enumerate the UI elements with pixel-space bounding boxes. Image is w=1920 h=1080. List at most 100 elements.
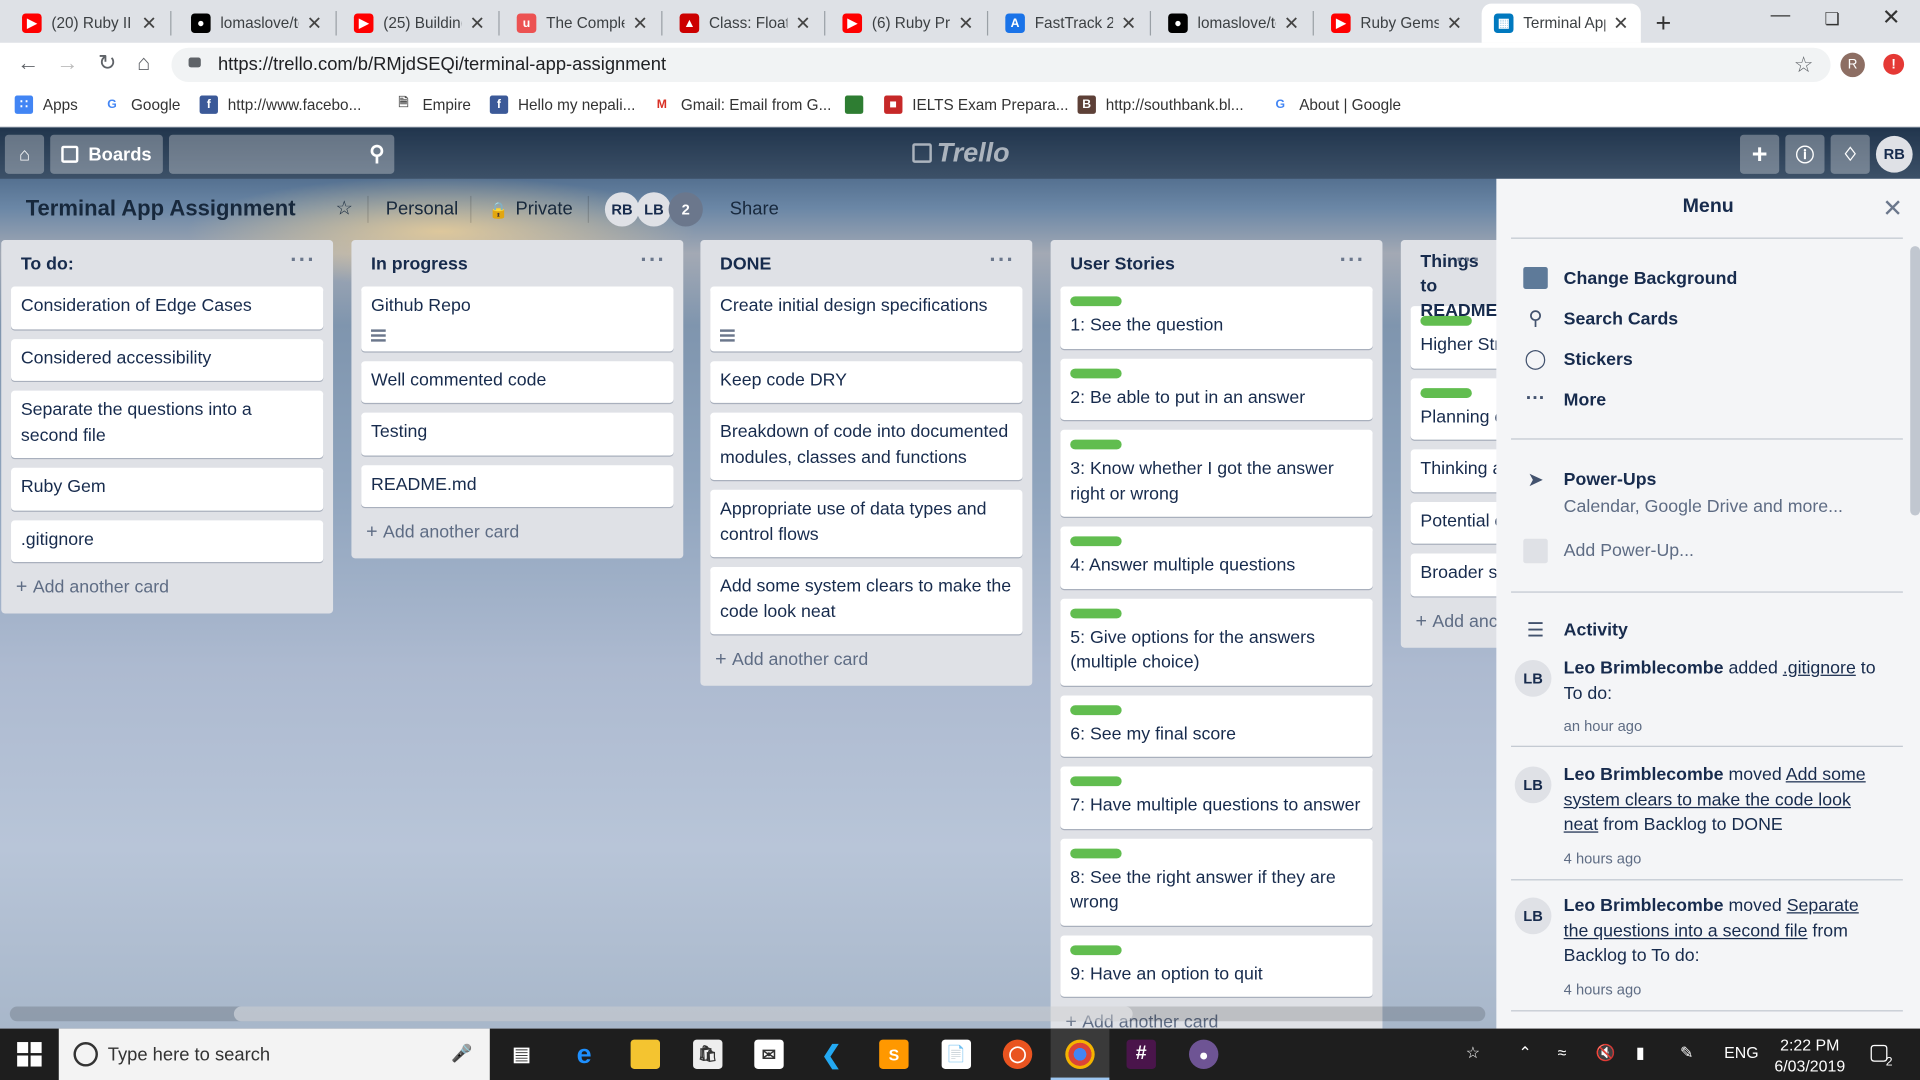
close-tab-icon[interactable]: ✕ (795, 12, 810, 34)
close-tab-icon[interactable]: ✕ (1447, 12, 1462, 34)
activity-time[interactable]: an hour ago (1564, 714, 1882, 739)
visibility-button[interactable]: Private (516, 198, 573, 219)
menu-scrollbar[interactable] (1910, 246, 1920, 516)
card[interactable]: Github Repo (361, 286, 674, 351)
close-tab-icon[interactable]: ✕ (141, 12, 156, 34)
star-board-icon[interactable]: ☆ (336, 196, 354, 220)
windows-start-icon[interactable] (17, 1042, 42, 1067)
add-card-button[interactable]: + Add another card (351, 517, 683, 559)
bookmark-item[interactable]: G About | Google (1271, 95, 1401, 114)
sublime-icon[interactable]: S (879, 1039, 909, 1069)
minimize-icon[interactable]: — (1771, 5, 1791, 27)
people-icon[interactable]: ☆ (1466, 1043, 1480, 1063)
team-button[interactable]: Personal (386, 198, 458, 219)
browser-tab[interactable]: u The Complet ✕ (504, 4, 660, 43)
browser-tab[interactable]: ▶ (20) Ruby II ✕ (10, 4, 169, 43)
boards-button[interactable]: Boards (50, 134, 163, 174)
slack-icon[interactable]: # (1126, 1039, 1156, 1069)
notifications-bell-icon[interactable]: ♢ (1830, 134, 1870, 174)
close-tab-icon[interactable]: ✕ (958, 12, 973, 34)
info-icon[interactable]: ⓘ (1785, 134, 1825, 174)
green-label[interactable] (1070, 367, 1122, 378)
forward-icon[interactable]: → (56, 50, 78, 76)
member-count-badge[interactable]: 2 (668, 192, 703, 227)
bookmark-item[interactable]: f http://www.facebo... (199, 95, 361, 114)
list-menu-icon[interactable]: ··· (989, 247, 1015, 273)
pen-icon[interactable]: ✎ (1680, 1043, 1693, 1063)
card[interactable]: 1: See the question (1060, 286, 1373, 349)
list-menu-icon[interactable]: ··· (1340, 247, 1366, 273)
close-tab-icon[interactable]: ✕ (1613, 12, 1628, 34)
card[interactable]: Keep code DRY (710, 360, 1023, 403)
browser-tab[interactable]: ▶ Ruby Gems ✕ (1319, 4, 1475, 43)
card[interactable]: Ruby Gem (11, 467, 324, 511)
edge-icon[interactable]: e (569, 1038, 598, 1069)
activity-avatar[interactable]: LB (1514, 660, 1552, 697)
member-avatar-rb[interactable]: RB (604, 192, 640, 227)
menu-search-cards[interactable]: Search Cards (1564, 310, 1678, 330)
browser-tab[interactable]: ▶ (6) Ruby Pro ✕ (830, 4, 986, 43)
activity-user[interactable]: Leo Brimblecombe (1564, 659, 1724, 679)
create-plus-icon[interactable]: + (1740, 134, 1780, 174)
mail-icon[interactable]: ✉ (754, 1039, 784, 1069)
card[interactable]: Testing (361, 412, 674, 455)
clock[interactable]: 2:22 PM 6/03/2019 (1773, 1035, 1846, 1077)
member-avatar-lb[interactable]: LB (636, 192, 672, 227)
language-indicator[interactable]: ENG (1724, 1043, 1758, 1061)
activity-user[interactable]: Leo Brimblecombe (1564, 765, 1724, 785)
green-label[interactable] (1070, 296, 1122, 307)
green-label[interactable] (1070, 536, 1122, 547)
user-avatar[interactable]: RB (1875, 135, 1913, 173)
battery-icon[interactable]: ▮ (1636, 1043, 1645, 1063)
close-window-icon[interactable]: ✕ (1882, 5, 1900, 31)
menu-more[interactable]: More (1564, 391, 1606, 411)
browser-tab[interactable]: ● lomaslove/te ✕ (179, 4, 335, 43)
card[interactable]: Well commented code (361, 360, 674, 403)
store-icon[interactable]: 🛍 (693, 1039, 723, 1069)
file-explorer-icon[interactable] (630, 1039, 661, 1069)
add-power-up-link[interactable]: Add Power-Up... (1564, 539, 1882, 564)
green-label[interactable] (1070, 776, 1122, 787)
card[interactable]: Appropriate use of data types and contro… (710, 489, 1023, 558)
menu-change-background[interactable]: Change Background (1564, 269, 1738, 289)
green-label[interactable] (1070, 847, 1122, 858)
list-header[interactable]: Things to README ··· (1401, 240, 1499, 320)
close-menu-icon[interactable]: ✕ (1882, 193, 1903, 224)
reload-icon[interactable]: ↻ (98, 50, 116, 76)
menu-stickers[interactable]: Stickers (1564, 350, 1633, 370)
green-label[interactable] (1070, 704, 1122, 715)
activity-user[interactable]: Leo Brimblecombe (1564, 896, 1724, 916)
close-tab-icon[interactable]: ✕ (632, 12, 647, 34)
bookmark-item[interactable] (844, 95, 873, 114)
green-label[interactable] (1420, 387, 1472, 398)
list-menu-icon[interactable]: ··· (640, 247, 666, 273)
share-button[interactable]: Share (730, 198, 779, 219)
ubuntu-icon[interactable]: ◯ (1002, 1039, 1033, 1069)
card[interactable]: Create initial design specifications (710, 286, 1023, 351)
card[interactable]: Consideration of Edge Cases (11, 286, 324, 329)
browser-tab[interactable]: ▶ (25) Building ✕ (342, 4, 498, 43)
list-header[interactable]: To do: ··· (1, 240, 333, 287)
card[interactable]: 2: Be able to put in an answer (1060, 358, 1373, 421)
activity-avatar[interactable]: LB (1514, 897, 1552, 935)
bookmark-item[interactable]: G Google (102, 95, 180, 114)
green-label[interactable] (1070, 607, 1122, 618)
horizontal-scroll-thumb[interactable] (233, 1006, 1133, 1022)
browser-tab[interactable]: ● lomaslove/te ✕ (1156, 4, 1312, 43)
card[interactable]: 9: Have an option to quit (1060, 934, 1373, 997)
card[interactable]: 6: See my final score (1060, 694, 1373, 757)
activity-avatar[interactable]: LB (1514, 766, 1552, 804)
wifi-icon[interactable]: ≈ (1558, 1043, 1567, 1061)
card[interactable]: Considered accessibility (11, 338, 324, 381)
bookmark-item[interactable]: B http://southbank.bl... (1077, 95, 1244, 114)
card[interactable]: README.md (361, 464, 674, 507)
list-header[interactable]: In progress ··· (351, 240, 683, 287)
card[interactable]: Add some system clears to make the code … (710, 566, 1023, 635)
activity-time[interactable]: 4 hours ago (1564, 977, 1882, 1002)
chrome-icon[interactable] (1065, 1039, 1095, 1069)
url-bar[interactable]: https://trello.com/b/RMjdSEQi/terminal-a… (171, 47, 1831, 83)
card[interactable]: 8: See the right answer if they are wron… (1060, 838, 1373, 926)
bookmark-item[interactable]: ■ IELTS Exam Prepara... (884, 95, 1069, 114)
green-label[interactable] (1070, 944, 1122, 955)
card[interactable]: .gitignore (11, 519, 324, 563)
